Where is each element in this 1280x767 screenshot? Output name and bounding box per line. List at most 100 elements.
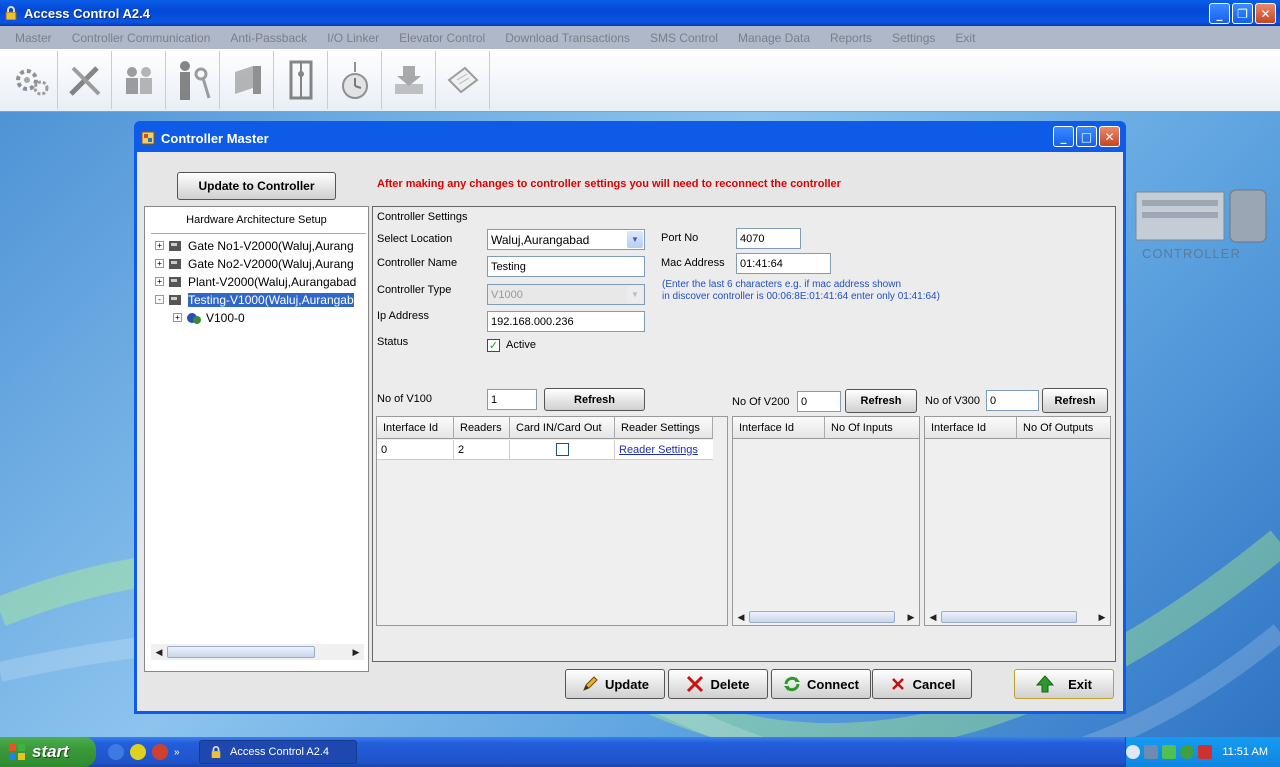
reader-settings-link[interactable]: Reader Settings [619,444,698,456]
minimize-button[interactable]: _ [1209,3,1230,24]
select-location-dropdown[interactable]: Waluj,Aurangabad ▼ [487,229,645,250]
controller-name-input[interactable]: Testing [487,256,645,277]
restore-button[interactable]: ❐ [1232,3,1253,24]
card-in-out-checkbox[interactable] [555,443,569,456]
chevron-right-icon[interactable]: » [174,747,180,758]
v100-count-input[interactable]: 1 [487,389,537,410]
elevator-icon [289,60,312,100]
column-header[interactable]: No Of Outputs [1017,417,1110,439]
expand-icon[interactable]: + [173,313,182,322]
tree-node[interactable]: + V100-0 [173,309,245,326]
collapse-icon[interactable]: - [155,295,164,304]
reader-node-icon [187,312,201,324]
card-in-out-cell[interactable] [510,440,615,460]
active-checkbox[interactable]: ✓ [487,339,500,352]
v100-refresh-button[interactable]: Refresh [544,388,645,411]
pencil-icon [583,676,598,691]
scroll-thumb[interactable] [941,611,1077,623]
network-icon[interactable] [1144,745,1159,759]
start-button[interactable]: start [0,737,96,767]
tree-node[interactable]: + Gate No2-V2000(Waluj,Aurang [155,255,354,272]
port-input[interactable]: 4070 [736,228,801,249]
chevron-down-icon[interactable]: ▼ [627,231,643,248]
table-row[interactable]: 0 2 Reader Settings [377,440,713,460]
expand-icon[interactable]: + [155,259,164,268]
scroll-right-icon[interactable]: ▶ [1094,609,1110,625]
menu-controller-communication[interactable]: Controller Communication [62,31,221,45]
menu-reports[interactable]: Reports [820,31,882,45]
expand-icon[interactable]: + [155,277,164,286]
close-button[interactable]: ✕ [1255,3,1276,24]
menu-download-transactions[interactable]: Download Transactions [495,31,640,45]
toolbar-tools-button[interactable] [58,51,112,109]
menu-master[interactable]: Master [5,31,62,45]
toolbar-door-button[interactable] [220,51,274,109]
taskbar-app-label: Access Control A2.4 [230,746,330,758]
delete-button[interactable]: Delete [668,669,768,699]
ie-icon[interactable] [108,744,124,760]
update-to-controller-button[interactable]: Update to Controller [177,172,336,200]
v200-count-input[interactable]: 0 [797,391,841,412]
security-shield-icon[interactable] [1198,745,1213,759]
menu-settings[interactable]: Settings [882,31,945,45]
dialog-maximize-button[interactable]: □ [1076,126,1097,147]
toolbar-download-button[interactable] [382,51,436,109]
v200-refresh-button[interactable]: Refresh [845,389,917,413]
scroll-right-icon[interactable]: ▶ [348,644,364,660]
toolbar-settings-button[interactable] [4,51,58,109]
menu-io-linker[interactable]: I/O Linker [317,31,389,45]
controller-node-icon [169,258,181,269]
expand-icon[interactable]: + [155,241,164,250]
dialog-minimize-button[interactable]: _ [1053,126,1074,147]
clock[interactable]: 11:51 AM [1222,746,1268,758]
cancel-button[interactable]: Cancel [872,669,972,699]
scroll-left-icon[interactable]: ◀ [733,609,749,625]
readers-cell[interactable]: 2 [454,440,510,460]
scroll-left-icon[interactable]: ◀ [151,644,167,660]
menu-sms-control[interactable]: SMS Control [640,31,728,45]
column-header[interactable]: Reader Settings [615,417,713,439]
safely-remove-icon[interactable] [1162,745,1177,759]
mac-address-input[interactable]: 01:41:64 [736,253,831,274]
scroll-thumb[interactable] [167,646,315,658]
scroll-left-icon[interactable]: ◀ [925,609,941,625]
scroll-thumb[interactable] [749,611,895,623]
scroll-right-icon[interactable]: ▶ [903,609,919,625]
toolbar-users-button[interactable] [112,51,166,109]
reader-settings-cell[interactable]: Reader Settings [615,440,713,460]
menu-anti-passback[interactable]: Anti-Passback [220,31,317,45]
column-header[interactable]: Interface Id [733,417,825,439]
antivirus-icon[interactable] [1180,745,1195,759]
v200-horizontal-scrollbar[interactable]: ◀ ▶ [733,609,919,625]
connect-button[interactable]: Connect [771,669,871,699]
chrome-icon[interactable] [152,744,168,760]
tree-horizontal-scrollbar[interactable]: ◀ ▶ [151,644,364,660]
column-header[interactable]: No Of Inputs [825,417,919,439]
tree-node-label: Plant-V2000(Waluj,Aurangabad [188,274,357,289]
toolbar-timer-button[interactable] [328,51,382,109]
ip-address-input[interactable]: 192.168.000.236 [487,311,645,332]
interface-id-cell[interactable]: 0 [377,440,454,460]
tree-node[interactable]: + Plant-V2000(Waluj,Aurangabad [155,273,356,290]
tree-node-selected[interactable]: - Testing-V1000(Waluj,Aurangab [155,291,354,308]
show-hidden-icons-icon[interactable] [1126,745,1141,759]
toolbar-access-key-button[interactable] [166,51,220,109]
dialog-close-button[interactable]: ✕ [1099,126,1120,147]
update-button[interactable]: Update [565,669,665,699]
menu-elevator-control[interactable]: Elevator Control [389,31,495,45]
column-header[interactable]: Readers [454,417,510,439]
v300-horizontal-scrollbar[interactable]: ◀ ▶ [925,609,1110,625]
v300-count-input[interactable]: 0 [986,390,1039,411]
media-player-icon[interactable] [130,744,146,760]
column-header[interactable]: Interface Id [377,417,454,439]
column-header[interactable]: Interface Id [925,417,1017,439]
menu-manage-data[interactable]: Manage Data [728,31,820,45]
toolbar-elevator-button[interactable] [274,51,328,109]
taskbar-app-button[interactable]: Access Control A2.4 [199,740,357,764]
v300-refresh-button[interactable]: Refresh [1042,388,1108,413]
tree-node[interactable]: + Gate No1-V2000(Waluj,Aurang [155,237,354,254]
toolbar-document-button[interactable] [436,51,490,109]
menu-exit[interactable]: Exit [945,31,985,45]
exit-button[interactable]: Exit [1014,669,1114,699]
column-header[interactable]: Card IN/Card Out [510,417,615,439]
